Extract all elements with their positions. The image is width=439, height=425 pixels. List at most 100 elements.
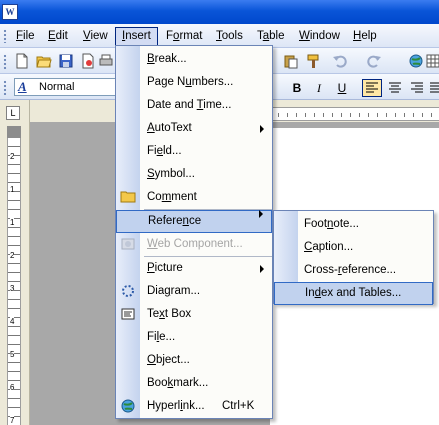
bold-button[interactable]: B (287, 79, 307, 97)
submenu-item-caption[interactable]: Caption... (274, 236, 433, 259)
label-part: Date and (147, 99, 197, 111)
menu-item-break[interactable]: Break... (116, 48, 272, 71)
menu-bar-grip[interactable] (3, 29, 7, 43)
menu-item-web-component: Web Component... (116, 233, 272, 256)
tab-selector[interactable]: L (6, 106, 20, 120)
menu-item-diagram[interactable]: Diagram... (116, 280, 272, 303)
italic-button[interactable]: I (309, 79, 329, 97)
menu-item-symbol[interactable]: Symbol... (116, 163, 272, 186)
label-part: eb Component... (157, 238, 243, 250)
menu-edit[interactable]: Edit (42, 27, 74, 45)
standard-toolbar-grip[interactable] (3, 54, 7, 69)
menu-item-object[interactable]: Object... (116, 349, 272, 372)
open-folder-icon[interactable] (36, 53, 52, 69)
tables-borders-icon[interactable] (426, 53, 439, 69)
menu-help[interactable]: Help (347, 27, 383, 45)
submenu-item-index-and-tables[interactable]: Index and Tables... (274, 282, 433, 305)
menu-item-autotext[interactable]: AutoText (116, 117, 272, 140)
align-right-icon (411, 82, 423, 93)
label-part: t Box (164, 308, 192, 320)
menu-view[interactable]: View (77, 27, 114, 45)
label-part: Dia (147, 285, 165, 297)
menu-item-reference[interactable]: Reference (116, 210, 272, 233)
label-part: ment (171, 191, 197, 203)
new-document-icon[interactable] (14, 53, 30, 69)
submenu-arrow-icon (260, 125, 264, 133)
submenu-item-cross-reference[interactable]: Cross-reference... (274, 259, 433, 282)
accel-key: m (161, 191, 172, 203)
label-part: Boo (147, 377, 168, 389)
menu-item-hyperlink[interactable]: Hyperlink... Ctrl+K (116, 395, 272, 418)
label-part: Refere (148, 215, 183, 227)
menu-item-bookmark[interactable]: Bookmark... (116, 372, 272, 395)
label-part: Co (147, 191, 162, 203)
menu-window-accel: W (299, 30, 310, 42)
format-painter-icon[interactable] (306, 53, 322, 69)
label-part: eference... (341, 264, 397, 276)
menu-item-label: Page Numbers... (147, 71, 233, 94)
label-part: Fi (147, 145, 157, 157)
save-disk-icon[interactable] (58, 53, 74, 69)
formatting-toolbar-grip[interactable] (3, 80, 7, 95)
style-dropdown[interactable]: A Normal (14, 78, 118, 96)
menu-tools[interactable]: Tools (210, 27, 249, 45)
menu-help-label-b: elp (361, 30, 377, 42)
hyperlink-globe-icon[interactable] (408, 53, 424, 69)
justify-button[interactable] (428, 79, 439, 97)
diagram-icon (122, 285, 134, 297)
menu-view-label-b: iew (90, 30, 108, 42)
vertical-ruler-number: 3 (10, 284, 15, 293)
vertical-ruler-number: 7 (10, 416, 15, 425)
vertical-ruler-number: 1 (10, 218, 15, 227)
accel-key: W (147, 238, 158, 250)
menu-item-label: Picture (147, 257, 183, 280)
horizontal-ruler[interactable] (270, 107, 439, 121)
menu-window[interactable]: Window (293, 27, 346, 45)
menu-format[interactable]: Format (160, 27, 208, 45)
redo-icon[interactable] (366, 53, 382, 69)
menu-item-field[interactable]: Field... (116, 140, 272, 163)
vertical-ruler-number: 2 (10, 152, 15, 161)
menu-item-date-time[interactable]: Date and Time... (116, 94, 272, 117)
undo-icon[interactable] (332, 53, 348, 69)
menu-file[interactable]: File (10, 27, 41, 45)
menu-item-label: Hyperlink... (147, 395, 205, 418)
menu-item-comment[interactable]: Comment (116, 186, 272, 209)
menu-item-picture[interactable]: Picture (116, 257, 272, 280)
menu-item-label: Cross-reference... (304, 259, 396, 282)
label-part: ram... (170, 285, 201, 297)
menu-insert-label-b: nsert (125, 30, 151, 42)
menu-table[interactable]: Table (251, 27, 291, 45)
menu-tools-label-b: ools (221, 30, 243, 42)
accel-key: P (147, 262, 155, 274)
underline-button[interactable]: U (332, 79, 352, 97)
menu-item-page-numbers[interactable]: Page Numbers... (116, 71, 272, 94)
insert-menu: Break... Page Numbers... Date and Time..… (115, 45, 273, 419)
align-right-button[interactable] (407, 79, 427, 97)
label-part: mark... (173, 377, 209, 389)
menu-item-label: Object... (147, 349, 190, 372)
menu-item-file[interactable]: File... (116, 326, 272, 349)
vertical-ruler[interactable]: 2 1 1 2 3 4 5 6 7 (7, 138, 21, 425)
menu-window-label-b: indow (309, 30, 340, 42)
align-left-button[interactable] (362, 79, 382, 97)
label-part: ld... (163, 145, 182, 157)
menu-item-text-box[interactable]: Text Box (116, 303, 272, 326)
menu-format-label-a: F (166, 30, 174, 42)
label-part: Foot (304, 218, 328, 230)
print-icon[interactable] (98, 53, 114, 69)
label-part: utoText (154, 122, 192, 134)
submenu-item-footnote[interactable]: Footnote... (274, 213, 433, 236)
align-left-icon (366, 82, 378, 93)
menu-edit-label-b: dit (55, 30, 68, 42)
align-center-button[interactable] (385, 79, 405, 97)
label-part: Hyperl (147, 400, 181, 412)
reference-submenu: Footnote... Caption... Cross-reference..… (273, 210, 434, 305)
paste-icon[interactable] (283, 53, 299, 69)
menu-item-label: File... (147, 326, 175, 349)
word-app-icon[interactable]: W (2, 4, 18, 20)
menu-item-label: Symbol... (147, 163, 195, 186)
permission-icon[interactable] (80, 53, 96, 69)
accel-key: S (147, 168, 155, 180)
menu-insert[interactable]: Insert (115, 27, 158, 45)
